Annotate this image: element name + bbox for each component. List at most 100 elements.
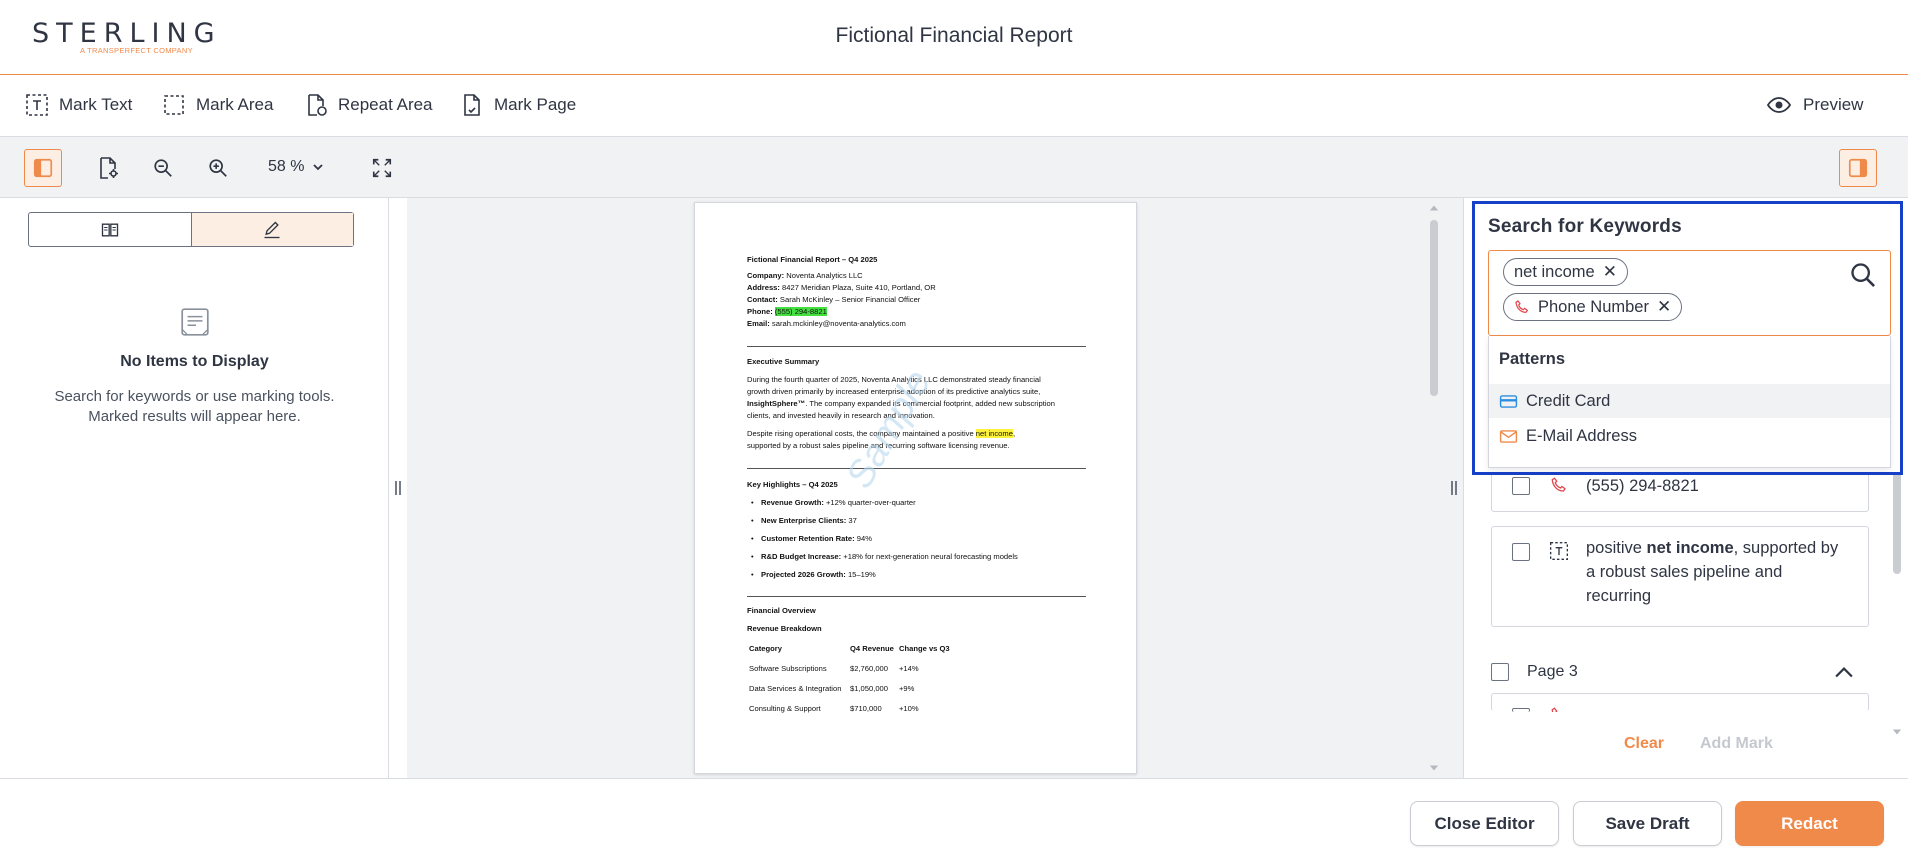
doc-title: Fictional Financial Report – Q4 2025 [747,255,878,264]
preview-button[interactable]: Preview [1765,93,1863,117]
phone-icon [1551,477,1566,492]
right-panel-icon [1848,158,1868,178]
marks-view-tab[interactable] [190,213,353,246]
chevron-up-icon[interactable] [1835,666,1853,678]
drag-handle-icon [395,481,401,495]
empty-state: No Items to Display Search for keywords … [0,306,389,427]
page-settings-icon [100,157,118,179]
exec-summary-heading: Executive Summary [747,357,820,366]
toggle-right-panel-button[interactable] [1839,149,1877,187]
scroll-down-icon [1892,729,1902,735]
chevron-down-icon [313,164,324,171]
repeat-area-icon [308,94,327,116]
result-checkbox[interactable] [1512,477,1530,495]
zoom-select[interactable]: 58 % [268,158,324,176]
keyword-search-input[interactable]: net income ✕ Phone Number ✕ [1488,250,1891,336]
credit-card-icon [1499,394,1518,408]
table-header: Q4 Revenue [850,644,894,653]
left-panel-icon [33,158,53,178]
fit-screen-icon [372,158,392,178]
mark-text-button[interactable]: Mark Text [25,93,132,117]
mark-text-icon [26,94,48,116]
pattern-option-email[interactable]: E-Mail Address [1489,419,1890,453]
phone-highlight[interactable]: (555) 294-8821 [774,307,827,316]
mark-page-icon [464,94,480,116]
mark-page-button[interactable]: Mark Page [460,93,576,117]
keyword-search-panel: Search for Keywords net income ✕ Phone N… [1472,201,1903,475]
zoom-out-button[interactable] [144,149,182,187]
page-group-label: Page 3 [1527,663,1578,680]
doc-company: Company: Noventa Analytics LLC [747,271,863,280]
zoom-out-icon [154,159,172,177]
table-cell: Data Services & Integration [749,684,842,693]
remove-chip-icon[interactable]: ✕ [1603,262,1617,282]
mark-text-icon [1550,542,1568,560]
result-checkbox[interactable] [1512,708,1530,712]
patterns-heading: Patterns [1499,350,1566,368]
result-card-text[interactable]: positive net income, supported by a robu… [1491,526,1869,627]
pattern-option-credit-card[interactable]: Credit Card [1489,384,1890,418]
highlight-item: Projected 2026 Growth: 15–19% [751,570,876,579]
table-cell: $710,000 [850,704,882,713]
highlights-heading: Key Highlights – Q4 2025 [747,480,838,489]
revenue-breakdown-heading: Revenue Breakdown [747,624,822,633]
document-canvas: Fictional Financial Report – Q4 2025 Com… [407,198,1462,778]
toggle-left-panel-button[interactable] [24,149,62,187]
keyword-highlight[interactable]: net income [975,429,1013,438]
repeat-area-button[interactable]: Repeat Area [304,93,433,117]
chip-label: net income [1514,262,1595,281]
highlight-item: Revenue Growth: +12% quarter-over-quarte… [751,498,916,507]
table-cell: +14% [899,664,919,673]
marking-toolbar: Mark Text Mark Area Repeat Area Mark Pag… [0,75,1908,137]
table-header: Change vs Q3 [899,644,950,653]
result-checkbox[interactable] [1512,543,1530,561]
doc-email: Email: sarah.mckinley@noventa-analytics.… [747,319,906,328]
canvas-scrollbar[interactable] [1425,198,1443,778]
table-cell: +9% [899,684,915,693]
canvas-scroll-thumb[interactable] [1430,220,1438,396]
doc-phone: Phone: (555) 294-8821 [747,307,827,316]
list-view-tab[interactable] [29,213,191,246]
doc-address: Address: 8427 Meridian Plaza, Suite 410,… [747,283,936,292]
keyword-chip[interactable]: net income ✕ [1503,258,1628,286]
result-card-partial[interactable] [1491,693,1869,711]
page-checkbox[interactable] [1491,663,1509,681]
email-icon [1499,429,1518,443]
drag-handle-icon [1451,481,1457,495]
financial-overview-heading: Financial Overview [747,606,816,615]
eye-icon [1766,97,1792,113]
close-editor-button[interactable]: Close Editor [1410,801,1559,846]
patterns-dropdown: Patterns Credit Card E-Mail Address [1488,336,1891,468]
highlight-item: New Enterprise Clients: 37 [751,516,857,525]
mark-area-button[interactable]: Mark Area [162,93,273,117]
editor-footer: Close Editor Save Draft Redact [0,778,1908,861]
empty-state-description: Search for keywords or use marking tools… [54,388,335,425]
table-header: Category [749,644,782,653]
divider [747,596,1086,597]
clear-button[interactable]: Clear [1624,735,1664,753]
results-footer [1464,714,1889,778]
redact-button[interactable]: Redact [1735,801,1884,846]
scroll-down-icon [1429,765,1439,771]
page-settings-button[interactable] [89,149,127,187]
page-group-3[interactable]: Page 3 [1491,657,1869,687]
save-draft-button[interactable]: Save Draft [1573,801,1722,846]
phone-icon [1515,300,1529,313]
add-mark-button[interactable]: Add Mark [1700,735,1773,753]
view-toolbar: 58 % [0,137,1908,198]
remove-chip-icon[interactable]: ✕ [1657,297,1671,317]
left-resize-handle[interactable] [389,198,407,778]
fit-screen-button[interactable] [363,149,401,187]
highlight-item: Customer Retention Rate: 94% [751,534,872,543]
table-cell: $1,050,000 [850,684,889,693]
doc-contact: Contact: Sarah McKinley – Senior Financi… [747,295,921,304]
left-panel-view-toggle [28,212,354,247]
zoom-in-button[interactable] [199,149,237,187]
result-text: positive net income, supported by a robu… [1586,539,1839,605]
pattern-chip-phone[interactable]: Phone Number ✕ [1503,293,1683,321]
pattern-label: E-Mail Address [1526,426,1637,445]
right-resize-handle[interactable] [1445,198,1463,778]
search-icon[interactable] [1849,261,1877,289]
table-cell: +10% [899,704,919,713]
mark-area-icon [164,95,184,115]
